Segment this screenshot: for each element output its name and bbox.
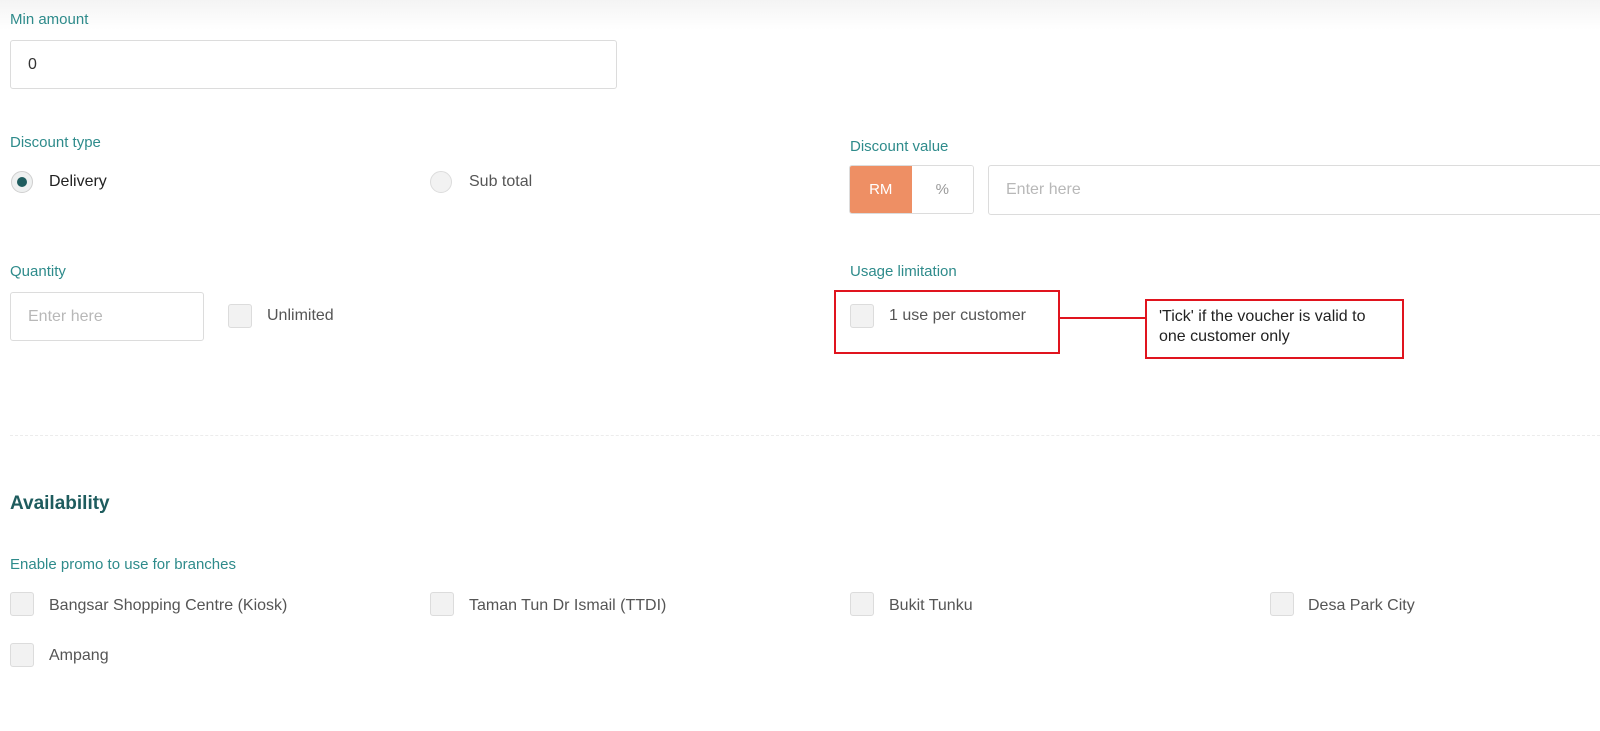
quantity-input[interactable]	[10, 292, 204, 341]
section-divider	[10, 435, 1600, 436]
discount-type-label: Discount type	[10, 134, 101, 151]
delivery-radio[interactable]	[11, 171, 33, 193]
branches-label: Enable promo to use for branches	[10, 556, 236, 573]
quantity-label: Quantity	[10, 263, 66, 280]
unit-rm-button[interactable]: RM	[850, 166, 912, 213]
top-shade	[0, 0, 1600, 30]
branch-checkbox-desa-park-city[interactable]	[1270, 592, 1294, 616]
branch-checkbox-ampang[interactable]	[10, 643, 34, 667]
annotation-highlight-box	[834, 290, 1060, 354]
branch-checkbox-ttdi[interactable]	[430, 592, 454, 616]
subtotal-radio[interactable]	[430, 171, 452, 193]
annotation-line-2: one customer only	[1159, 328, 1290, 345]
unlimited-label: Unlimited	[267, 307, 334, 324]
min-amount-input[interactable]	[10, 40, 617, 89]
discount-unit-toggle: RM %	[849, 165, 974, 214]
branch-label-bangsar: Bangsar Shopping Centre (Kiosk)	[49, 597, 288, 614]
discount-value-label: Discount value	[850, 138, 949, 155]
availability-heading: Availability	[10, 493, 110, 514]
branch-checkbox-bukit-tunku[interactable]	[850, 592, 874, 616]
branch-label-ttdi: Taman Tun Dr Ismail (TTDI)	[469, 597, 667, 614]
usage-limitation-label: Usage limitation	[850, 263, 957, 280]
min-amount-label: Min amount	[10, 11, 89, 28]
subtotal-radio-label: Sub total	[469, 173, 533, 190]
discount-value-input[interactable]	[988, 165, 1600, 215]
branch-label-desa-park-city: Desa Park City	[1308, 597, 1415, 614]
annotation-line-1: 'Tick' if the voucher is valid to	[1159, 308, 1366, 325]
radio-dot	[17, 177, 27, 187]
branch-checkbox-bangsar[interactable]	[10, 592, 34, 616]
delivery-radio-label: Delivery	[49, 173, 107, 190]
unit-percent-button[interactable]: %	[911, 166, 973, 213]
annotation-connector-line	[1060, 317, 1145, 319]
branch-label-bukit-tunku: Bukit Tunku	[889, 597, 973, 614]
branch-label-ampang: Ampang	[49, 647, 109, 664]
unlimited-checkbox[interactable]	[228, 304, 252, 328]
